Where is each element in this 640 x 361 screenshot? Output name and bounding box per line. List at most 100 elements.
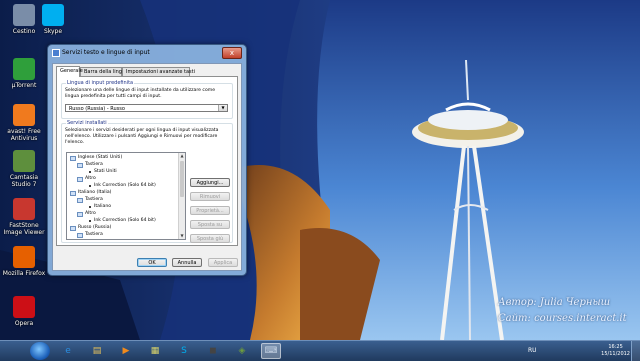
desktop-icon-camtasia[interactable]: Camtasia Studio 7 xyxy=(2,150,46,188)
taskbar-skype-button[interactable]: S xyxy=(174,343,194,359)
clock-date: 15/11/2012 xyxy=(601,351,630,357)
bullet-icon xyxy=(89,185,91,187)
firefox-icon xyxy=(13,246,35,268)
keyboard-icon: ⌨ xyxy=(264,346,278,356)
apply-button[interactable]: Applica xyxy=(208,258,238,267)
language-icon xyxy=(70,225,76,231)
keyboard-icon xyxy=(77,232,83,238)
tab-impostazioni-avanzate[interactable]: Impostazioni avanzate tasti xyxy=(122,67,195,76)
taskbar-ie-button[interactable]: e xyxy=(58,343,78,359)
explorer-icon: ▤ xyxy=(92,346,102,356)
desktop-icon-utorrent[interactable]: µTorrent xyxy=(2,58,46,89)
desktop-icon-opera[interactable]: Opera xyxy=(2,296,46,327)
taskbar-media-player-button[interactable]: ▶ xyxy=(116,343,136,359)
desktop-icon-skype[interactable]: Skype xyxy=(31,4,75,35)
taskbar-camtasia-button[interactable]: ◈ xyxy=(232,343,252,359)
tree-node-label: Tastiera xyxy=(85,197,103,202)
tree-node-label: Altro xyxy=(85,176,96,181)
tree-node-group[interactable]: Tastiera xyxy=(77,162,103,168)
tab-panel-generale: Lingua di input predefinita Selezionare … xyxy=(56,76,238,246)
clock-time: 16:25 xyxy=(608,344,623,350)
tree-node-lang[interactable]: Russo (Russia) xyxy=(70,225,111,231)
avast-icon xyxy=(13,104,35,126)
language-icon xyxy=(70,155,76,161)
utorrent-icon xyxy=(13,58,35,80)
show-desktop-button[interactable] xyxy=(631,341,640,361)
tree-node-label: Tastiera xyxy=(85,162,103,167)
desktop-icon-label: avast! Free Antivirus xyxy=(7,128,41,142)
taskbar-keyboard-button[interactable]: ⌨ xyxy=(261,343,281,359)
desktop-icon-label: Mozilla Firefox xyxy=(2,270,46,277)
cancel-button[interactable]: Annulla xyxy=(172,258,202,267)
chevron-down-icon[interactable]: ▼ xyxy=(218,105,227,111)
tree-node-lang[interactable]: Inglese (Stati Uniti) xyxy=(70,155,122,161)
taskbar: e ▤ ▶ ▦ S ◼ ◈ ⌨ RU 16:25 15/11/2012 xyxy=(0,340,640,361)
properties-button[interactable]: Proprietà... xyxy=(190,206,230,215)
window-icon xyxy=(52,49,60,57)
tree-node-item[interactable]: Ink Correction (Solo 64 bit) xyxy=(89,218,156,224)
camtasia-icon: ◈ xyxy=(238,346,246,356)
ie-icon: e xyxy=(65,346,71,356)
tree-node-label: Tastiera xyxy=(85,232,103,237)
opera-icon xyxy=(13,296,35,318)
add-button[interactable]: Aggiungi... xyxy=(190,178,230,187)
dialog-client: Generale Barra della lingua Impostazioni… xyxy=(52,63,242,271)
scroll-down-icon[interactable]: ▼ xyxy=(179,233,185,239)
faststone-icon xyxy=(13,198,35,220)
tree-node-label: Stati Uniti xyxy=(94,169,117,174)
tree-node-label: Russo (Russia) xyxy=(78,225,112,230)
default-language-value: Russo (Russia) - Russo xyxy=(69,106,125,112)
default-language-select[interactable]: Russo (Russia) - Russo ▼ xyxy=(65,104,228,112)
desktop-icon-firefox[interactable]: Mozilla Firefox xyxy=(2,246,46,277)
clock[interactable]: 16:25 15/11/2012 xyxy=(601,344,630,358)
media-icon: ◼ xyxy=(209,346,217,356)
tree-node-label: Italiano (Italia) xyxy=(78,190,112,195)
keyboard-icon xyxy=(77,197,83,203)
keyboard-icon xyxy=(77,211,83,217)
default-language-description: Selezionare una delle lingue di input in… xyxy=(65,88,216,99)
watermark-site: Сайт: courses.interact.it xyxy=(498,313,627,324)
bullet-icon xyxy=(89,206,91,208)
tree-node-label: Inglese (Stati Uniti) xyxy=(78,155,123,160)
desktop-icon-label: FastStone Image Viewer xyxy=(3,222,45,236)
desktop-icon-faststone[interactable]: FastStone Image Viewer xyxy=(2,198,46,236)
scroll-thumb[interactable] xyxy=(180,161,184,197)
ok-button[interactable]: OK xyxy=(137,258,167,267)
language-indicator[interactable]: RU xyxy=(528,347,537,354)
tree-node-group[interactable]: Tastiera xyxy=(77,232,103,238)
keyboard-icon xyxy=(77,176,83,182)
tree-node-group[interactable]: Tastiera xyxy=(77,197,103,203)
desktop-icon-avast[interactable]: avast! Free Antivirus xyxy=(2,104,46,142)
tree-node-item[interactable]: Italiano xyxy=(89,204,111,210)
tree-node-lang[interactable]: Italiano (Italia) xyxy=(70,190,111,196)
scroll-up-icon[interactable]: ▲ xyxy=(179,153,185,159)
tree-node-label: Ink Correction (Solo 64 bit) xyxy=(94,218,156,223)
taskbar-explorer-button[interactable]: ▤ xyxy=(87,343,107,359)
dialog-window: Servizi testo e lingue di input x Genera… xyxy=(47,44,247,276)
move-up-button[interactable]: Sposta su xyxy=(190,220,230,229)
move-down-button[interactable]: Sposta giù xyxy=(190,234,230,243)
bullet-icon xyxy=(89,220,91,222)
keyboard-icon xyxy=(77,162,83,168)
media-player-icon: ▶ xyxy=(122,346,130,356)
remove-button[interactable]: Rimuovi xyxy=(190,192,230,201)
desktop-icon-label: µTorrent xyxy=(11,82,37,89)
tree-node-group[interactable]: Altro xyxy=(77,211,96,217)
camtasia-icon xyxy=(13,150,35,172)
title-bar[interactable]: Servizi testo e lingue di input x xyxy=(48,45,246,63)
tree-node-label: Altro xyxy=(85,211,96,216)
taskbar-notes-button[interactable]: ▦ xyxy=(145,343,165,359)
tree-node-item[interactable]: Stati Uniti xyxy=(89,169,117,175)
close-button[interactable]: x xyxy=(222,47,242,59)
tree-node-item[interactable]: Ink Correction (Solo 64 bit) xyxy=(89,183,156,189)
tree-scrollbar[interactable]: ▲ ▼ xyxy=(178,153,185,239)
installed-services-tree[interactable]: Inglese (Stati Uniti) Tastiera Stati Uniti… xyxy=(66,152,186,240)
tree-node-group[interactable]: Altro xyxy=(77,176,96,182)
tab-generale[interactable]: Generale xyxy=(56,66,83,77)
language-icon xyxy=(70,190,76,196)
default-language-group: Lingua di input predefinita Selezionare … xyxy=(61,80,233,119)
taskbar-media-button[interactable]: ◼ xyxy=(203,343,223,359)
bullet-icon xyxy=(89,171,91,173)
tab-barra-lingua[interactable]: Barra della lingua xyxy=(80,67,128,76)
start-button[interactable] xyxy=(30,342,50,360)
